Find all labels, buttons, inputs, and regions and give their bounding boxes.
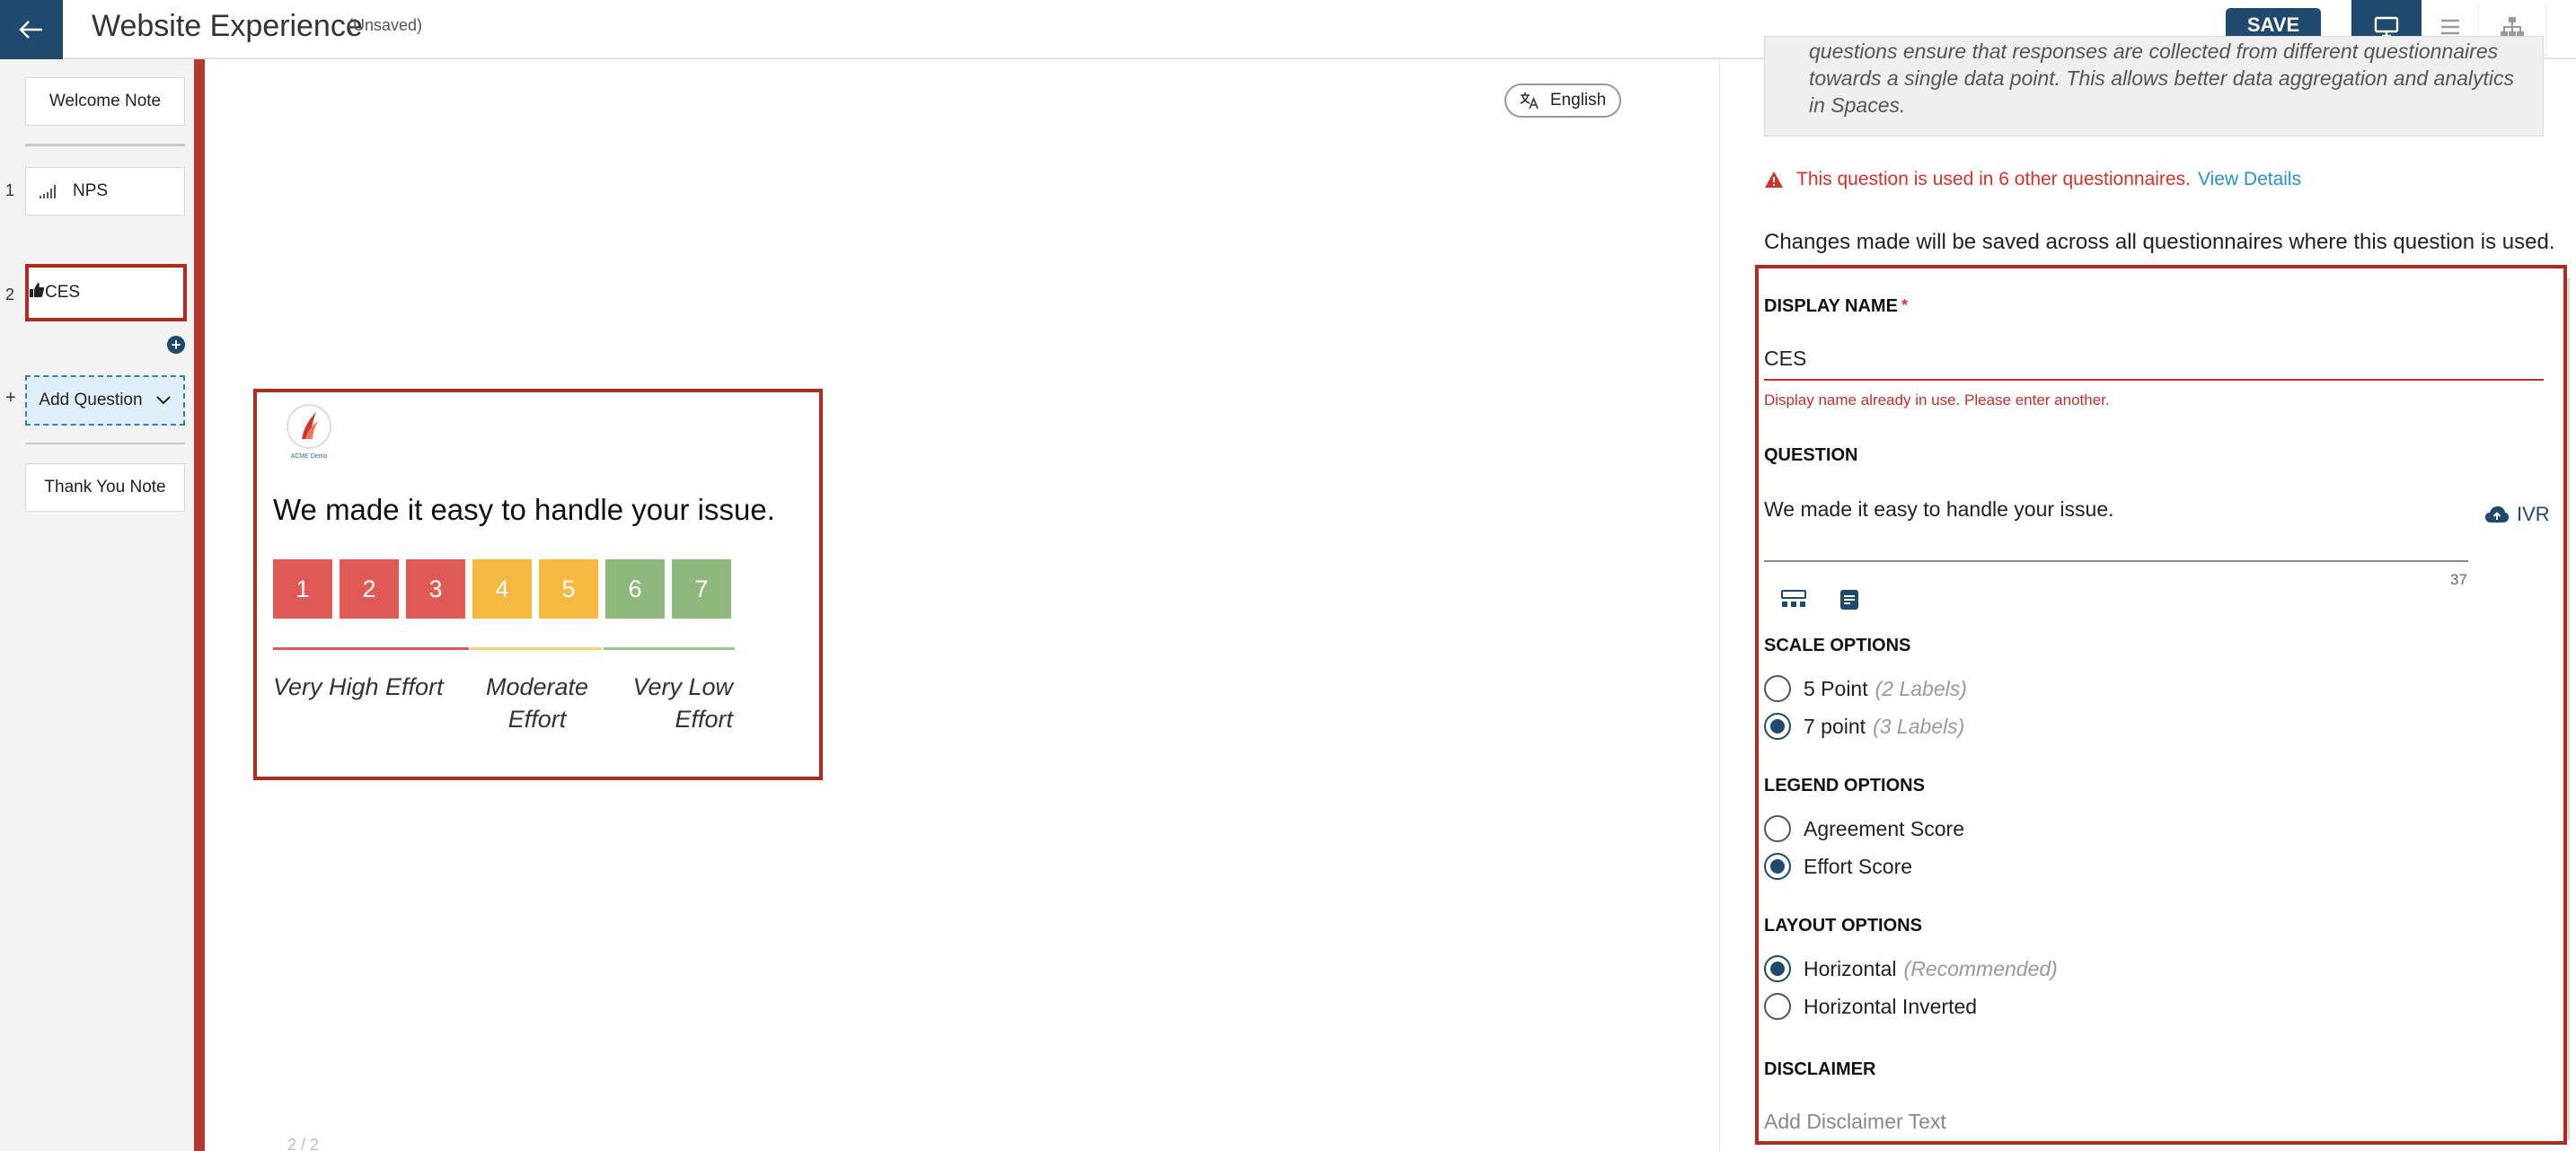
scale-option-4[interactable]: 4 <box>472 559 532 619</box>
usage-warning: This question is used in 6 other questio… <box>1764 169 2301 190</box>
scale-option-6[interactable]: 6 <box>605 559 665 619</box>
option-label: Effort Score <box>1804 854 1913 878</box>
radio-button[interactable] <box>1764 993 1791 1020</box>
text-format-icon[interactable] <box>1836 587 1863 612</box>
active-section-bar <box>194 59 205 1151</box>
ivr-label: IVR <box>2517 503 2550 525</box>
matrix-format-icon[interactable] <box>1780 587 1807 612</box>
thank-you-note-item[interactable]: Thank You Note <box>25 463 185 512</box>
preview-question-text: We made it easy to handle your issue. <box>273 493 775 526</box>
sidebar-divider <box>25 144 185 146</box>
welcome-note-item[interactable]: Welcome Note <box>25 77 185 126</box>
translate-icon <box>1520 92 1539 110</box>
legend-mid: Moderate Effort <box>485 673 589 733</box>
thumbs-up-icon <box>29 282 45 303</box>
rating-scale: 1234567 <box>273 559 731 619</box>
sidebar-item-nps[interactable]: NPS <box>25 167 185 215</box>
display-name-label: DISPLAY NAME * <box>1764 296 1908 317</box>
sidebar-item-label: NPS <box>73 181 109 200</box>
sitemap-icon <box>2501 17 2524 37</box>
radio-button[interactable] <box>1764 815 1791 842</box>
logo-text: ACME Demo <box>291 453 328 460</box>
cloud-upload-icon <box>2485 506 2509 523</box>
display-name-error: Display name already in use. Please ente… <box>1764 391 2110 409</box>
welcome-note-label: Welcome Note <box>49 92 162 110</box>
disclaimer-label: DISCLAIMER <box>1764 1059 1876 1079</box>
scale-option-5[interactable]: 5 <box>539 559 598 619</box>
add-question-dropdown[interactable]: Add Question <box>25 375 185 426</box>
scale-option-1[interactable]: 1 <box>273 559 332 619</box>
display-name-label-text: DISPLAY NAME <box>1764 296 1898 316</box>
ivr-upload-button[interactable]: IVR <box>2484 503 2550 526</box>
radio-button[interactable] <box>1764 675 1791 702</box>
character-count: 37 <box>2450 571 2467 588</box>
info-text: questions ensure that responses are coll… <box>1809 40 2515 117</box>
language-selector[interactable]: English <box>1504 83 1621 118</box>
radio-button-selected[interactable] <box>1764 713 1791 740</box>
page-title: Website Experience <box>92 9 363 43</box>
layout-options-label: LAYOUT OPTIONS <box>1764 916 1922 936</box>
warning-icon <box>1765 171 1783 188</box>
scale-option-7[interactable]: 7 <box>672 559 731 619</box>
legend-option-agreement[interactable]: Agreement Score <box>1764 815 1964 842</box>
question-sidebar <box>0 59 194 1151</box>
radio-button-selected[interactable] <box>1764 955 1791 982</box>
view-details-link[interactable]: View Details <box>2198 169 2301 190</box>
question-input[interactable]: We made it easy to handle your issue. <box>1764 497 2114 522</box>
chevron-down-icon <box>155 396 171 405</box>
add-question-label: Add Question <box>39 391 143 409</box>
add-question-plus: + <box>5 388 16 408</box>
question-underline <box>1764 560 2468 562</box>
display-name-underline <box>1764 379 2544 381</box>
option-label: 5 Point <box>1804 676 1868 700</box>
question-preview-card[interactable]: ACME Demo We made it easy to handle your… <box>253 389 823 780</box>
sidebar-item-label: CES <box>45 283 81 302</box>
option-hint: (3 Labels) <box>1873 714 1965 738</box>
warning-text: This question is used in 6 other questio… <box>1796 169 2191 189</box>
question-number: 2 <box>5 286 15 303</box>
back-button[interactable] <box>0 0 63 59</box>
layout-option-horizontal-inverted[interactable]: Horizontal Inverted <box>1764 993 1977 1020</box>
legend-low: Very High Effort <box>273 673 444 700</box>
changes-note: Changes made will be saved across all qu… <box>1764 230 2555 254</box>
scale-option-5-point[interactable]: 5 Point (2 Labels) <box>1764 675 1967 702</box>
legend-option-effort[interactable]: Effort Score <box>1764 853 1912 880</box>
scale-option-2[interactable]: 2 <box>340 559 399 619</box>
unsaved-status: (Unsaved) <box>348 16 423 34</box>
required-mark: * <box>1901 296 1908 314</box>
option-label: Horizontal <box>1804 956 1897 980</box>
option-hint: (Recommended) <box>1903 956 2058 980</box>
moderate-effort-underline <box>471 647 602 650</box>
legend-options-label: LEGEND OPTIONS <box>1764 776 1925 795</box>
page-indicator: 2 / 2 <box>287 1136 320 1151</box>
sidebar-divider <box>25 443 185 444</box>
legend-high: Very Low Effort <box>632 673 733 733</box>
option-label: Agreement Score <box>1804 816 1964 840</box>
list-icon <box>2441 19 2459 35</box>
question-label: QUESTION <box>1764 445 1858 465</box>
high-effort-underline <box>604 647 735 650</box>
radio-button-selected[interactable] <box>1764 853 1791 880</box>
sidebar-item-ces[interactable]: CES <box>25 264 187 321</box>
thank-you-note-label: Thank You Note <box>44 478 166 496</box>
language-label: English <box>1549 91 1607 110</box>
scale-option-3[interactable]: 3 <box>406 559 465 619</box>
scale-option-7-point[interactable]: 7 point (3 Labels) <box>1764 713 1964 740</box>
option-hint: (2 Labels) <box>1875 676 1967 700</box>
option-label: 7 point <box>1804 714 1866 738</box>
low-effort-underline <box>273 647 469 650</box>
panel-scrollbar[interactable] <box>2567 278 2570 1140</box>
disclaimer-input[interactable]: Add Disclaimer Text <box>1764 1110 1946 1134</box>
display-name-input[interactable]: CES <box>1764 347 1806 371</box>
layout-option-horizontal[interactable]: Horizontal (Recommended) <box>1764 955 2058 982</box>
question-number: 1 <box>5 181 15 199</box>
nps-chart-icon <box>39 183 58 199</box>
option-label: Horizontal Inverted <box>1804 994 1978 1018</box>
arrow-left-icon <box>19 21 42 39</box>
scale-options-label: SCALE OPTIONS <box>1764 636 1911 655</box>
insert-question-icon[interactable]: + <box>167 336 185 354</box>
acme-logo: ACME Demo <box>287 404 331 460</box>
